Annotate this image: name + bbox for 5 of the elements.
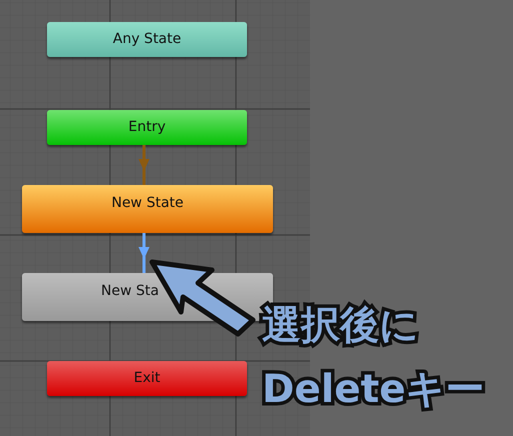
exit-node[interactable]: Exit (47, 361, 247, 396)
entry-node[interactable]: Entry (47, 110, 247, 145)
callout-text: Deleteキー (262, 366, 485, 414)
any-state-node[interactable]: Any State (47, 22, 247, 57)
state-node[interactable]: New State (22, 185, 273, 233)
